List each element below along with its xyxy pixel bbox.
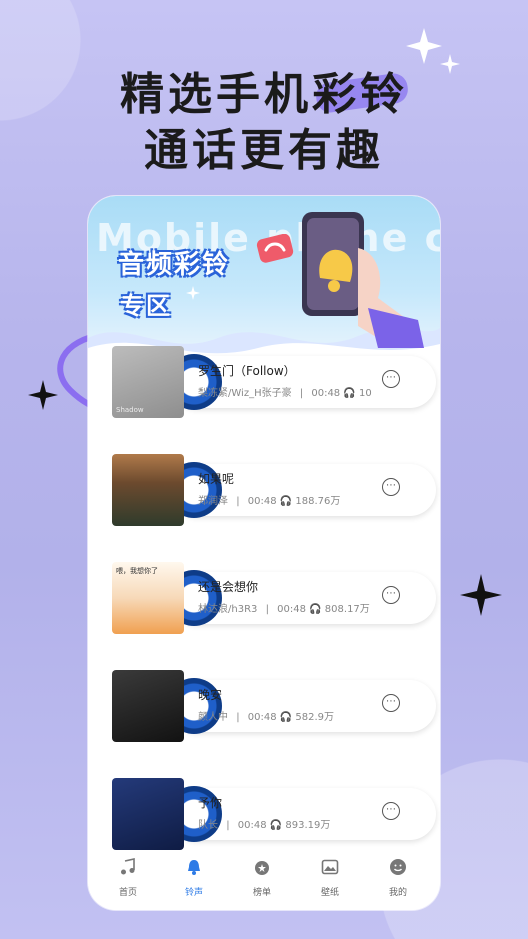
- song-meta: 队长 | 00:48 🎧 893.19万: [198, 820, 331, 831]
- song-plays: 10: [359, 388, 372, 399]
- more-options-icon[interactable]: ⋯: [382, 478, 400, 496]
- album-cover-text: 喂，我想你了: [116, 567, 158, 575]
- tab-mine[interactable]: 我的: [378, 858, 418, 898]
- song-plays: 808.17万: [324, 604, 370, 615]
- song-artist: 队长: [198, 820, 218, 831]
- song-duration: 00:48: [277, 604, 306, 615]
- list-item[interactable]: 如果呢 郑润泽 | 00:48 🎧 188.76万 ⋯: [112, 454, 436, 534]
- song-duration: 00:48: [237, 820, 267, 831]
- more-options-icon[interactable]: ⋯: [382, 802, 400, 820]
- star-icon: [460, 574, 502, 616]
- more-options-icon[interactable]: ⋯: [382, 370, 400, 388]
- tab-charts[interactable]: 榜单: [242, 858, 282, 898]
- tab-label: 铃声: [184, 888, 203, 898]
- song-duration: 00:48: [247, 712, 277, 723]
- song-artist: 林达浪/h3R3: [198, 604, 258, 615]
- tab-ringtones[interactable]: 铃声: [174, 858, 214, 898]
- song-meta: 颜人中 | 00:48 🎧 582.9万: [198, 712, 335, 723]
- headphones-icon: 🎧: [309, 604, 322, 615]
- headphones-icon: 🎧: [279, 712, 293, 723]
- song-title: 予你: [198, 796, 223, 810]
- album-cover-text: Shadow: [116, 406, 144, 414]
- album-cover[interactable]: [112, 454, 184, 526]
- music-note-icon: [121, 858, 135, 875]
- album-cover[interactable]: [112, 778, 184, 850]
- image-icon: [321, 859, 339, 875]
- sparkle-icon: [186, 286, 200, 300]
- song-title: 还是会想你: [198, 580, 259, 594]
- song-title: 如果呢: [198, 472, 235, 486]
- banner-subtitle: 专区: [120, 292, 172, 320]
- headphones-icon: 🎧: [279, 496, 293, 507]
- tab-wallpaper[interactable]: 壁纸: [310, 858, 350, 898]
- phone-illustration: [302, 212, 424, 348]
- song-title: 晚安: [198, 688, 223, 702]
- song-plays: 893.19万: [285, 820, 331, 831]
- song-meta: 梨冻紧/Wiz_H张子豪 | 00:48 🎧 10: [198, 388, 372, 399]
- phone-screen: Mobile phone col 音频彩铃 专区 Shadow: [88, 196, 440, 910]
- album-cover[interactable]: [112, 670, 184, 742]
- headphones-icon: 🎧: [269, 820, 283, 831]
- album-cover[interactable]: Shadow: [112, 346, 184, 418]
- medal-icon: [255, 861, 269, 875]
- song-artist: 郑润泽: [198, 496, 228, 507]
- tab-label: 我的: [388, 888, 407, 898]
- tab-home[interactable]: 首页: [108, 858, 148, 898]
- banner[interactable]: Mobile phone col 音频彩铃 专区: [88, 196, 440, 368]
- list-item[interactable]: 喂，我想你了 还是会想你 林达浪/h3R3 | 00:48 🎧 808.17万 …: [112, 562, 436, 642]
- headphones-icon: 🎧: [343, 388, 356, 399]
- list-item[interactable]: Shadow 罗生门（Follow） 梨冻紧/Wiz_H张子豪 | 00:48 …: [112, 346, 436, 426]
- tab-label: 榜单: [252, 888, 271, 898]
- song-meta: 林达浪/h3R3 | 00:48 🎧 808.17万: [198, 604, 370, 615]
- song-plays: 582.9万: [295, 712, 335, 723]
- song-duration: 00:48: [247, 496, 277, 507]
- tab-label: 壁纸: [320, 888, 339, 898]
- headline-line-2: 通话更有趣: [144, 125, 384, 176]
- bell-icon: [188, 860, 200, 875]
- smile-face-icon: [390, 859, 406, 875]
- banner-title: 音频彩铃: [118, 250, 231, 280]
- more-options-icon[interactable]: ⋯: [382, 586, 400, 604]
- song-duration: 00:48: [311, 388, 341, 399]
- more-options-icon[interactable]: ⋯: [382, 694, 400, 712]
- sparkle-icon: [406, 28, 460, 74]
- song-plays: 188.76万: [295, 496, 341, 507]
- song-title: 罗生门（Follow）: [198, 364, 296, 378]
- song-meta: 郑润泽 | 00:48 🎧 188.76万: [198, 496, 341, 507]
- song-artist: 颜人中: [198, 712, 228, 723]
- tab-label: 首页: [118, 888, 137, 898]
- song-artist: 梨冻紧/Wiz_H张子豪: [198, 388, 292, 399]
- album-cover[interactable]: 喂，我想你了: [112, 562, 184, 634]
- list-item[interactable]: 晚安 颜人中 | 00:48 🎧 582.9万 ⋯: [112, 670, 436, 750]
- list-item[interactable]: 予你 队长 | 00:48 🎧 893.19万 ⋯: [112, 778, 436, 858]
- phone-call-icon: [256, 234, 294, 263]
- bottom-tab-bar: 首页 铃声 榜单 壁纸 我的: [88, 850, 440, 910]
